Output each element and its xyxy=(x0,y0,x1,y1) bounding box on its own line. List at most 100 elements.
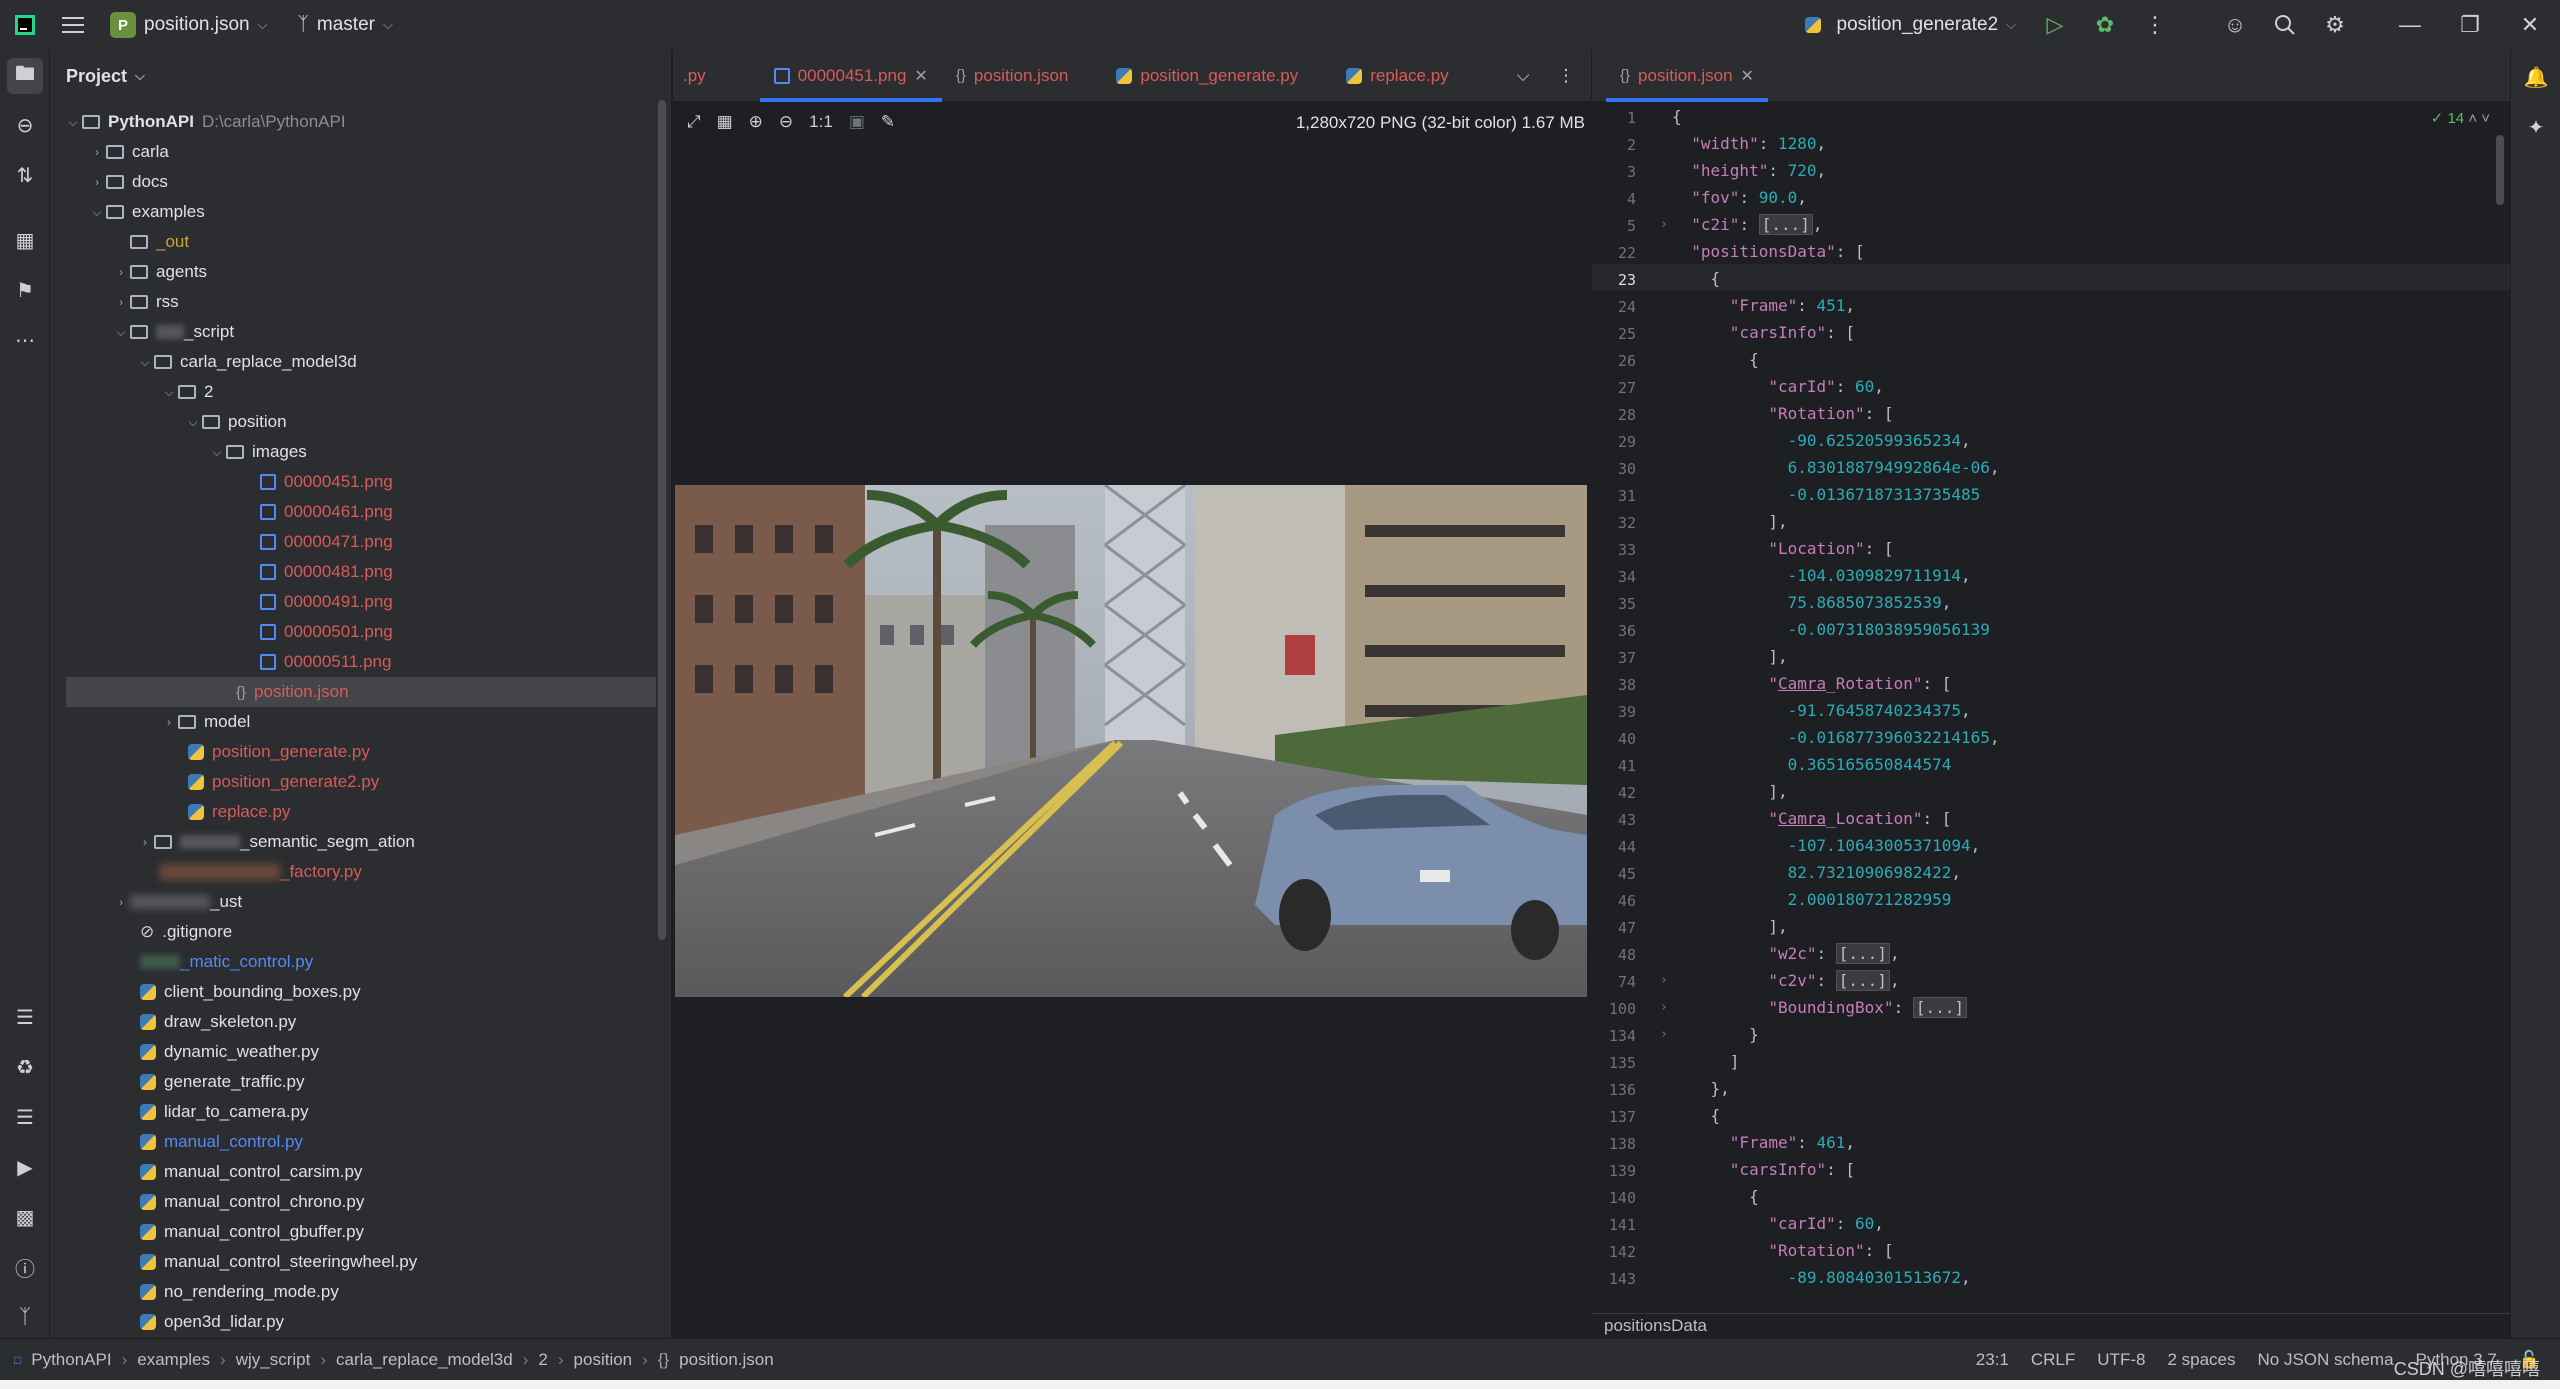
tree-item[interactable]: ⌵ position xyxy=(184,407,286,437)
tree-item[interactable]: _out xyxy=(130,227,189,257)
bookmarks-icon[interactable]: ⚑ xyxy=(0,265,50,315)
tab-py[interactable]: .py xyxy=(673,50,720,102)
tree-item[interactable]: replace.py xyxy=(188,797,290,827)
search-icon[interactable] xyxy=(2260,0,2310,50)
layers-icon[interactable]: ☰ xyxy=(0,1092,50,1142)
tree-item[interactable]: no_rendering_mode.py xyxy=(140,1277,339,1307)
fold-arrow-icon[interactable]: › xyxy=(1660,1000,1668,1015)
tree-item[interactable]: 00000501.png xyxy=(260,617,393,647)
tree-item[interactable]: manual_control_chrono.py xyxy=(140,1187,364,1217)
close-tab-icon[interactable]: ✕ xyxy=(1741,66,1754,86)
json-code-editor[interactable]: ✓ 14 ˄ ˅ 1 2 3 4 5 22 23 24 25 26 27 28 … xyxy=(1592,103,2510,1313)
tree-item[interactable]: ⊘ .gitignore xyxy=(140,917,232,947)
services-icon[interactable]: ▶ xyxy=(0,1142,50,1192)
structure-icon[interactable]: ▦ xyxy=(0,215,50,265)
main-menu-icon[interactable] xyxy=(50,0,96,50)
terminal-icon[interactable]: ▩ xyxy=(0,1192,50,1242)
tab-position-json-right[interactable]: {} position.json ✕ xyxy=(1606,50,1768,102)
settings-gear-icon[interactable]: ⚙ xyxy=(2310,0,2360,50)
python-packages-icon[interactable]: ♻ xyxy=(0,1042,50,1092)
chevron-right-icon[interactable]: › xyxy=(112,895,130,909)
tree-item[interactable]: › rss xyxy=(112,287,179,317)
chevron-right-icon[interactable]: › xyxy=(88,145,106,159)
more-actions-icon[interactable]: ⋮ xyxy=(2130,0,2180,50)
tree-item[interactable]: › _ust xyxy=(112,887,242,917)
tab-more-icon[interactable]: ⋮ xyxy=(1544,50,1589,102)
run-icon[interactable]: ▷ xyxy=(2030,0,2080,50)
tree-item[interactable]: › agents xyxy=(112,257,207,287)
tree-item-root[interactable]: ⌵ PythonAPI D:\carla\PythonAPI xyxy=(64,107,345,137)
branch-switcher[interactable]: ᛉ master ⌵ xyxy=(297,14,392,36)
zoom-out-icon[interactable]: ⊖ xyxy=(779,112,793,132)
tree-item[interactable]: › model xyxy=(160,707,250,737)
tree-item[interactable]: draw_skeleton.py xyxy=(140,1007,296,1037)
tab-replace[interactable]: replace.py xyxy=(1332,50,1462,102)
fold-arrow-icon[interactable]: › xyxy=(1660,973,1668,988)
restore-icon[interactable]: ❐ xyxy=(2440,0,2500,50)
breadcrumb-item[interactable]: wjy_script xyxy=(236,1350,311,1370)
project-folder-icon[interactable]: 🖿 xyxy=(7,58,43,94)
tree-item[interactable]: generate_traffic.py xyxy=(140,1067,305,1097)
tree-item[interactable]: › _semantic_segm_ation xyxy=(136,827,415,857)
indent-setting[interactable]: 2 spaces xyxy=(2167,1350,2235,1370)
project-panel-header[interactable]: Project ⌵ xyxy=(50,50,671,102)
chevron-right-icon[interactable]: › xyxy=(112,265,130,279)
tab-list-icon[interactable]: ⌵ xyxy=(1503,50,1544,102)
breadcrumb-item[interactable]: PythonAPI xyxy=(31,1350,111,1370)
tree-item[interactable]: _matic_control.py xyxy=(140,947,313,977)
tree-item-selected[interactable]: {} position.json xyxy=(66,677,656,707)
chevron-down-icon[interactable]: ⌵ xyxy=(112,325,130,340)
tab-png-image[interactable]: 00000451.png ✕ xyxy=(759,50,942,102)
zoom-in-icon[interactable]: ⊕ xyxy=(749,112,763,132)
fit-to-window-icon[interactable]: ⤢ xyxy=(687,112,701,132)
debug-icon[interactable]: ✿ xyxy=(2080,0,2130,50)
tree-item[interactable]: ⌵ carla_replace_model3d xyxy=(136,347,356,377)
minimize-icon[interactable]: — xyxy=(2380,0,2440,50)
tree-item[interactable]: ⌵ _script xyxy=(112,317,234,347)
tree-item[interactable]: open3d_lidar.py xyxy=(140,1307,284,1337)
app-logo-icon[interactable] xyxy=(0,0,50,50)
inspections-widget[interactable]: ✓ 14 ˄ ˅ xyxy=(2431,109,2490,127)
tree-item[interactable]: › docs xyxy=(88,167,168,197)
tree-item[interactable]: › carla xyxy=(88,137,169,167)
tree-item[interactable]: 00000471.png xyxy=(260,527,393,557)
tree-item[interactable]: ⌵ images xyxy=(208,437,306,467)
commit-icon[interactable]: ⊖ xyxy=(0,100,50,150)
chevron-down-icon[interactable]: ⌵ xyxy=(136,355,154,370)
background-icon[interactable]: ▣ xyxy=(849,112,865,132)
tree-item[interactable]: 00000461.png xyxy=(260,497,393,527)
editor-scrollbar[interactable] xyxy=(2496,135,2504,205)
file-encoding[interactable]: UTF-8 xyxy=(2097,1350,2145,1370)
actual-size-button[interactable]: 1:1 xyxy=(809,112,833,132)
tree-item[interactable]: manual_control_gbuffer.py xyxy=(140,1217,364,1247)
chevron-right-icon[interactable]: › xyxy=(160,715,178,729)
grid-icon[interactable]: ▦ xyxy=(717,112,733,132)
add-user-icon[interactable]: ☺ xyxy=(2210,0,2260,50)
project-scrollbar[interactable] xyxy=(658,100,666,940)
breadcrumb-item[interactable]: examples xyxy=(137,1350,210,1370)
chevron-down-icon[interactable]: ⌵ xyxy=(88,205,106,220)
run-config-selector[interactable]: position_generate2 ⌵ xyxy=(1804,14,2016,36)
line-ending[interactable]: CRLF xyxy=(2031,1350,2075,1370)
tree-item[interactable]: 00000451.png xyxy=(260,467,393,497)
breadcrumb-item[interactable]: carla_replace_model3d xyxy=(336,1350,513,1370)
breadcrumb-item[interactable]: position xyxy=(574,1350,633,1370)
chevron-down-icon[interactable]: ⌵ xyxy=(208,445,226,460)
close-tab-icon[interactable]: ✕ xyxy=(914,66,927,86)
tree-item[interactable]: 00000491.png xyxy=(260,587,393,617)
breadcrumb-item[interactable]: 2 xyxy=(538,1350,547,1370)
tree-item[interactable]: 00000481.png xyxy=(260,557,393,587)
tree-item[interactable]: 00000511.png xyxy=(260,647,391,677)
chevron-right-icon[interactable]: › xyxy=(136,835,154,849)
notifications-bell-icon[interactable]: 🔔 xyxy=(2511,52,2560,102)
todo-list-icon[interactable]: ☰ xyxy=(0,992,50,1042)
tree-item[interactable]: manual_control.py xyxy=(140,1127,303,1157)
tree-item[interactable]: ⌵ 2 xyxy=(160,377,213,407)
editor-breadcrumb[interactable]: positionsData xyxy=(1592,1313,2510,1338)
caret-position[interactable]: 23:1 xyxy=(1976,1350,2009,1370)
tree-item[interactable]: ⌵ examples xyxy=(88,197,204,227)
tab-position-json[interactable]: {} position.json xyxy=(942,50,1083,102)
tree-item[interactable]: position_generate.py xyxy=(188,737,370,767)
tree-item[interactable]: manual_control_carsim.py xyxy=(140,1157,362,1187)
chevron-down-icon[interactable]: ⌵ xyxy=(160,385,178,400)
